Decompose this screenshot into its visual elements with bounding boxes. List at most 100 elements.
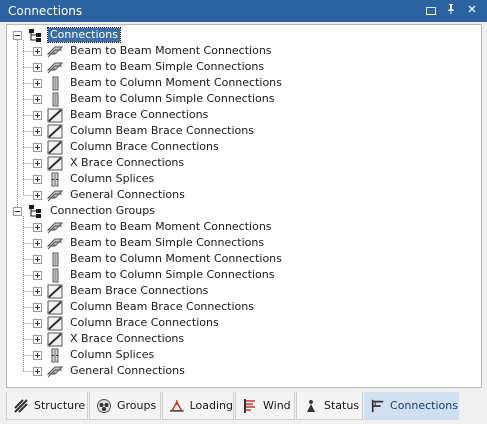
column-splice-icon bbox=[51, 172, 59, 186]
tree-item[interactable]: Column Brace Connections bbox=[33, 139, 221, 155]
title-bar: Connections bbox=[0, 0, 487, 22]
tree-item-label: General Connections bbox=[70, 364, 185, 377]
brace-icon bbox=[47, 156, 63, 170]
collapse-toggle-icon[interactable] bbox=[13, 30, 22, 40]
tree-item[interactable]: Beam to Column Simple Connections bbox=[33, 267, 276, 283]
tree-item-label: Column Beam Brace Connections bbox=[70, 124, 254, 137]
wind-icon bbox=[244, 398, 255, 413]
tab-label: Connections bbox=[390, 399, 458, 412]
tree-item-label: Beam to Beam Simple Connections bbox=[70, 60, 265, 73]
tree-item[interactable]: Beam to Beam Moment Connections bbox=[33, 43, 274, 59]
tree-item[interactable]: Beam Brace Connections bbox=[33, 107, 210, 123]
tree-item[interactable]: Beam to Beam Simple Connections bbox=[33, 59, 266, 75]
tree-root-node[interactable]: Connections bbox=[13, 27, 121, 43]
brace-icon bbox=[47, 124, 63, 138]
tree-item-label: Beam to Beam Moment Connections bbox=[70, 44, 272, 57]
beam-column-icon bbox=[52, 268, 59, 282]
expand-toggle-icon[interactable] bbox=[33, 62, 42, 72]
tree-item[interactable]: Beam Brace Connections bbox=[33, 283, 210, 299]
tab-label: Status bbox=[324, 399, 360, 412]
status-icon bbox=[307, 399, 315, 412]
beam-beam-icon bbox=[47, 222, 63, 233]
expand-toggle-icon[interactable] bbox=[33, 318, 42, 328]
tree-item[interactable]: Column Brace Connections bbox=[33, 315, 221, 331]
expand-toggle-icon[interactable] bbox=[33, 350, 42, 360]
expand-toggle-icon[interactable] bbox=[33, 190, 42, 200]
tab-structure[interactable]: Structure bbox=[6, 392, 88, 420]
tree-item[interactable]: Beam to Beam Moment Connections bbox=[33, 219, 274, 235]
expand-toggle-icon[interactable] bbox=[33, 158, 42, 168]
collapse-toggle-icon[interactable] bbox=[13, 206, 22, 216]
tab-loading[interactable]: Loading bbox=[162, 392, 234, 420]
tab-groups[interactable]: Groups bbox=[89, 392, 161, 420]
brace-icon bbox=[47, 332, 63, 346]
tree-item-label: Beam to Column Moment Connections bbox=[70, 76, 282, 89]
connections-icon bbox=[371, 399, 384, 412]
structure-icon bbox=[14, 398, 28, 413]
tree-item[interactable]: Column Beam Brace Connections bbox=[33, 299, 256, 315]
beam-column-icon bbox=[52, 76, 59, 90]
tab-status[interactable]: Status bbox=[296, 392, 363, 420]
tree-item-label: Beam to Column Simple Connections bbox=[70, 92, 275, 105]
tree-item[interactable]: X Brace Connections bbox=[33, 155, 186, 171]
tree-item[interactable]: Column Beam Brace Connections bbox=[33, 123, 256, 139]
tree-item[interactable]: Beam to Column Moment Connections bbox=[33, 75, 284, 91]
expand-toggle-icon[interactable] bbox=[33, 110, 42, 120]
hierarchy-icon bbox=[29, 28, 41, 42]
tree-item-label: Beam to Beam Moment Connections bbox=[70, 220, 272, 233]
brace-icon bbox=[47, 284, 63, 298]
window-position-button[interactable] bbox=[423, 3, 439, 19]
tree-item-label: Beam Brace Connections bbox=[70, 108, 209, 121]
expand-toggle-icon[interactable] bbox=[33, 286, 42, 296]
tree-item-label: General Connections bbox=[70, 188, 185, 201]
expand-toggle-icon[interactable] bbox=[33, 254, 42, 264]
expand-toggle-icon[interactable] bbox=[33, 366, 42, 376]
expand-toggle-icon[interactable] bbox=[33, 174, 42, 184]
brace-icon bbox=[47, 140, 63, 154]
expand-toggle-icon[interactable] bbox=[33, 126, 42, 136]
connections-tree[interactable]: Connections Beam to Beam Moment Connectio… bbox=[6, 24, 482, 388]
expand-toggle-icon[interactable] bbox=[33, 46, 42, 56]
expand-toggle-icon[interactable] bbox=[33, 270, 42, 280]
expand-toggle-icon[interactable] bbox=[33, 302, 42, 312]
tab-label: Groups bbox=[117, 399, 157, 412]
tree-root-node[interactable]: Connection Groups bbox=[13, 203, 157, 219]
tree-item[interactable]: Column Splices bbox=[33, 347, 156, 363]
expand-toggle-icon[interactable] bbox=[33, 334, 42, 344]
brace-icon bbox=[47, 108, 63, 122]
tree-item[interactable]: General Connections bbox=[33, 363, 187, 379]
expand-toggle-icon[interactable] bbox=[33, 78, 42, 88]
tree-item-label: X Brace Connections bbox=[70, 332, 185, 345]
tree-item[interactable]: X Brace Connections bbox=[33, 331, 186, 347]
groups-icon bbox=[97, 398, 111, 413]
expand-toggle-icon[interactable] bbox=[33, 142, 42, 152]
tree-item-label: Column Brace Connections bbox=[70, 316, 219, 329]
tree-item-label: Beam to Beam Simple Connections bbox=[70, 236, 265, 249]
loading-icon bbox=[169, 399, 184, 412]
tree-item[interactable]: Column Splices bbox=[33, 171, 156, 187]
tree-item-label: Column Splices bbox=[70, 172, 155, 185]
panel-title: Connections bbox=[8, 4, 83, 18]
tree-item-label: Column Splices bbox=[70, 348, 155, 361]
tab-connections[interactable]: Connections bbox=[364, 392, 459, 420]
tree-item[interactable]: Beam to Column Moment Connections bbox=[33, 251, 284, 267]
tree-item-label: Beam to Column Moment Connections bbox=[70, 252, 282, 265]
expand-toggle-icon[interactable] bbox=[33, 94, 42, 104]
tab-wind[interactable]: Wind bbox=[235, 392, 295, 420]
tree-root-label: Connections bbox=[47, 27, 121, 43]
expand-toggle-icon[interactable] bbox=[33, 238, 42, 248]
close-icon[interactable] bbox=[464, 3, 480, 19]
tree-item-label: Column Brace Connections bbox=[70, 140, 219, 153]
expand-toggle-icon[interactable] bbox=[33, 222, 42, 232]
beam-beam-icon bbox=[47, 190, 63, 201]
pin-icon[interactable] bbox=[443, 3, 459, 19]
tree-item[interactable]: General Connections bbox=[33, 187, 187, 203]
beam-beam-icon bbox=[47, 62, 63, 73]
connections-panel: Connections Connections Beam to Beam Mome… bbox=[0, 0, 487, 424]
brace-icon bbox=[47, 300, 63, 314]
tree-item[interactable]: Beam to Beam Simple Connections bbox=[33, 235, 266, 251]
tree-item-label: Beam Brace Connections bbox=[70, 284, 209, 297]
bottom-tab-bar: Structure Groups Loading Wind Status Connecti… bbox=[0, 392, 487, 424]
tree-item[interactable]: Beam to Column Simple Connections bbox=[33, 91, 276, 107]
tree-item-label: Beam to Column Simple Connections bbox=[70, 268, 275, 281]
